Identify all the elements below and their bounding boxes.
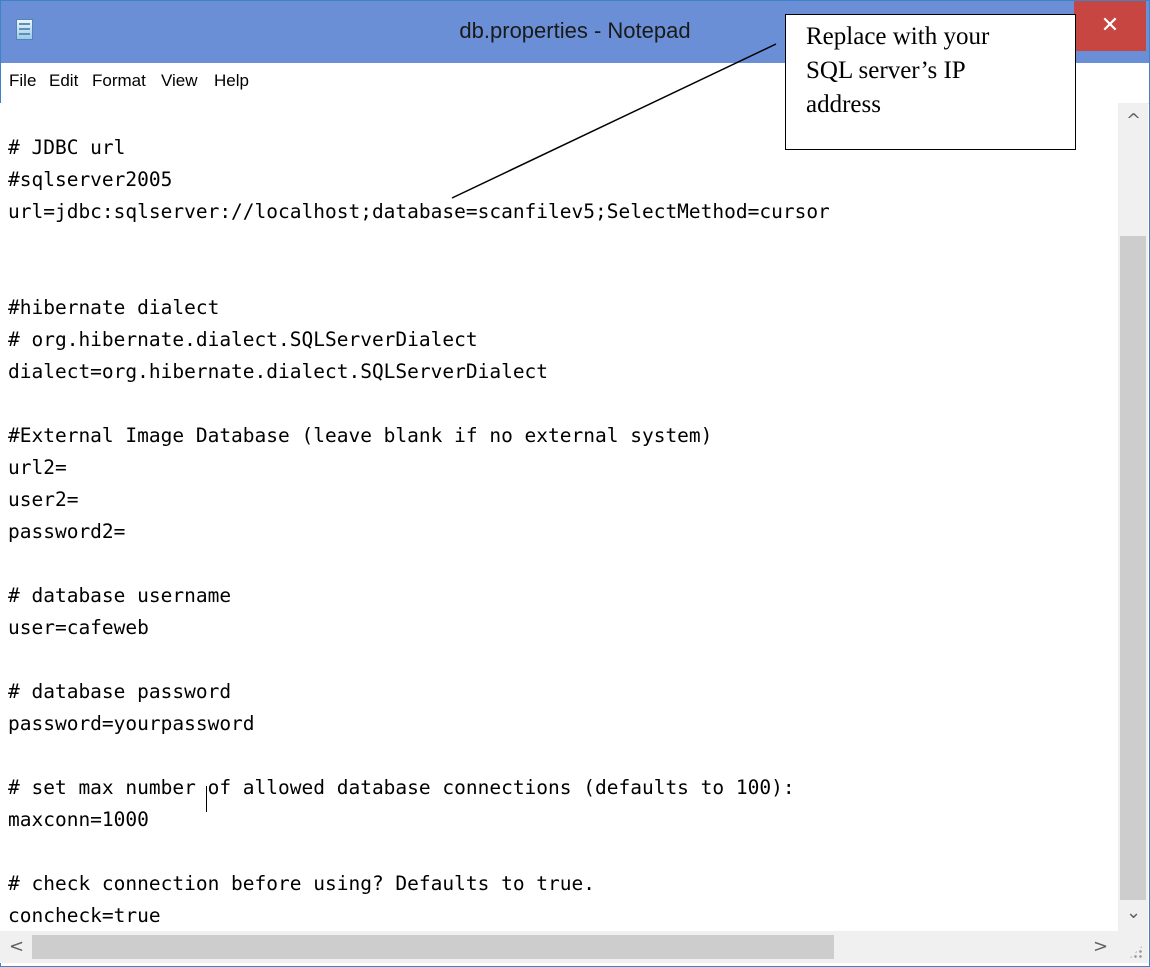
code-line-3: url=jdbc:sqlserver://localhost;database=… bbox=[8, 200, 830, 223]
code-line-7: # org.hibernate.dialect.SQLServerDialect bbox=[8, 328, 478, 351]
callout-line-2: SQL server’s IP bbox=[806, 57, 966, 84]
code-line-18: # database password bbox=[8, 680, 232, 703]
code-line-8: dialect=org.hibernate.dialect.SQLServerD… bbox=[8, 360, 549, 383]
menu-edit[interactable]: Edit bbox=[49, 71, 78, 91]
vertical-scroll-thumb[interactable] bbox=[1120, 236, 1146, 900]
scroll-left-arrow-icon[interactable]: < bbox=[9, 938, 24, 956]
code-line-24: # check connection before using? Default… bbox=[8, 872, 595, 895]
code-line-19: password=yourpassword bbox=[8, 712, 255, 735]
code-line-15: # database username bbox=[8, 584, 232, 607]
code-line-13: password2= bbox=[8, 520, 126, 543]
close-button[interactable]: ✕ bbox=[1074, 1, 1146, 51]
menu-help[interactable]: Help bbox=[214, 71, 249, 91]
code-line-12: user2= bbox=[8, 488, 79, 511]
menu-file[interactable]: File bbox=[9, 71, 36, 91]
menu-view[interactable]: View bbox=[161, 71, 198, 91]
text-caret bbox=[206, 786, 207, 812]
code-line-21: # set max number of allowed database con… bbox=[8, 776, 795, 799]
callout-line-1: Replace with your bbox=[806, 23, 990, 50]
code-line-6: #hibernate dialect bbox=[8, 296, 220, 319]
callout-line-3: address bbox=[806, 91, 881, 118]
code-line-10: #External Image Database (leave blank if… bbox=[8, 424, 713, 447]
scroll-right-arrow-icon[interactable]: > bbox=[1093, 938, 1108, 956]
code-line-2: #sqlserver2005 bbox=[8, 168, 173, 191]
code-line-16: user=cafeweb bbox=[8, 616, 149, 639]
code-line-25: concheck=true bbox=[8, 904, 161, 927]
code-line-22: maxconn=1000 bbox=[8, 808, 149, 831]
code-line-1: # JDBC url bbox=[8, 136, 126, 159]
horizontal-scroll-thumb[interactable] bbox=[32, 935, 834, 959]
code-line-11: url2= bbox=[8, 456, 67, 479]
scroll-up-arrow-icon[interactable]: ^ bbox=[1126, 112, 1141, 130]
menu-format[interactable]: Format bbox=[92, 71, 146, 91]
text-editor[interactable]: # JDBC url #sqlserver2005 url=jdbc:sqlse… bbox=[0, 103, 1118, 931]
annotation-callout: Replace with your SQL server’s IP addres… bbox=[785, 14, 1076, 150]
scroll-down-arrow-icon[interactable]: ⌄ bbox=[1126, 904, 1141, 922]
